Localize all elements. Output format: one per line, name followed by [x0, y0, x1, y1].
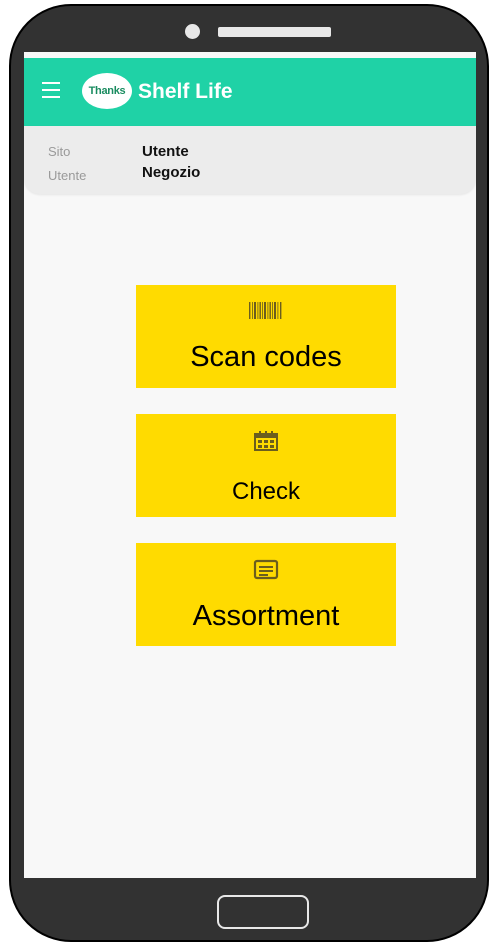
app-title: Shelf Life: [138, 80, 233, 103]
user-value: Negozio: [142, 164, 201, 181]
app-screen: Thanks Shelf Life Sito Utente Utente Neg…: [24, 52, 476, 878]
earpiece-speaker: [218, 27, 331, 37]
thanks-logo: Thanks: [82, 73, 132, 109]
app-bar: Thanks Shelf Life: [24, 58, 476, 126]
home-button[interactable]: [217, 895, 309, 929]
check-label: Check: [231, 478, 301, 505]
site-value: Utente: [142, 143, 189, 160]
phone-frame: Thanks Shelf Life Sito Utente Utente Neg…: [9, 4, 489, 942]
scan-codes-label: Scan codes: [190, 341, 342, 373]
hamburger-menu-icon[interactable]: [42, 82, 60, 99]
front-camera: [185, 24, 200, 39]
scan-codes-button[interactable]: Scan codes: [136, 285, 396, 388]
check-button[interactable]: Check: [136, 414, 396, 517]
calendar-icon: [254, 431, 278, 451]
user-label: Utente: [48, 168, 87, 183]
site-label: Sito: [48, 144, 71, 159]
assortment-label: Assortment: [192, 600, 340, 632]
barcode-icon: [249, 302, 282, 319]
assortment-button[interactable]: Assortment: [136, 543, 396, 646]
notes-icon: [253, 559, 279, 580]
user-info-panel: Sito Utente Utente Negozio: [24, 126, 476, 194]
